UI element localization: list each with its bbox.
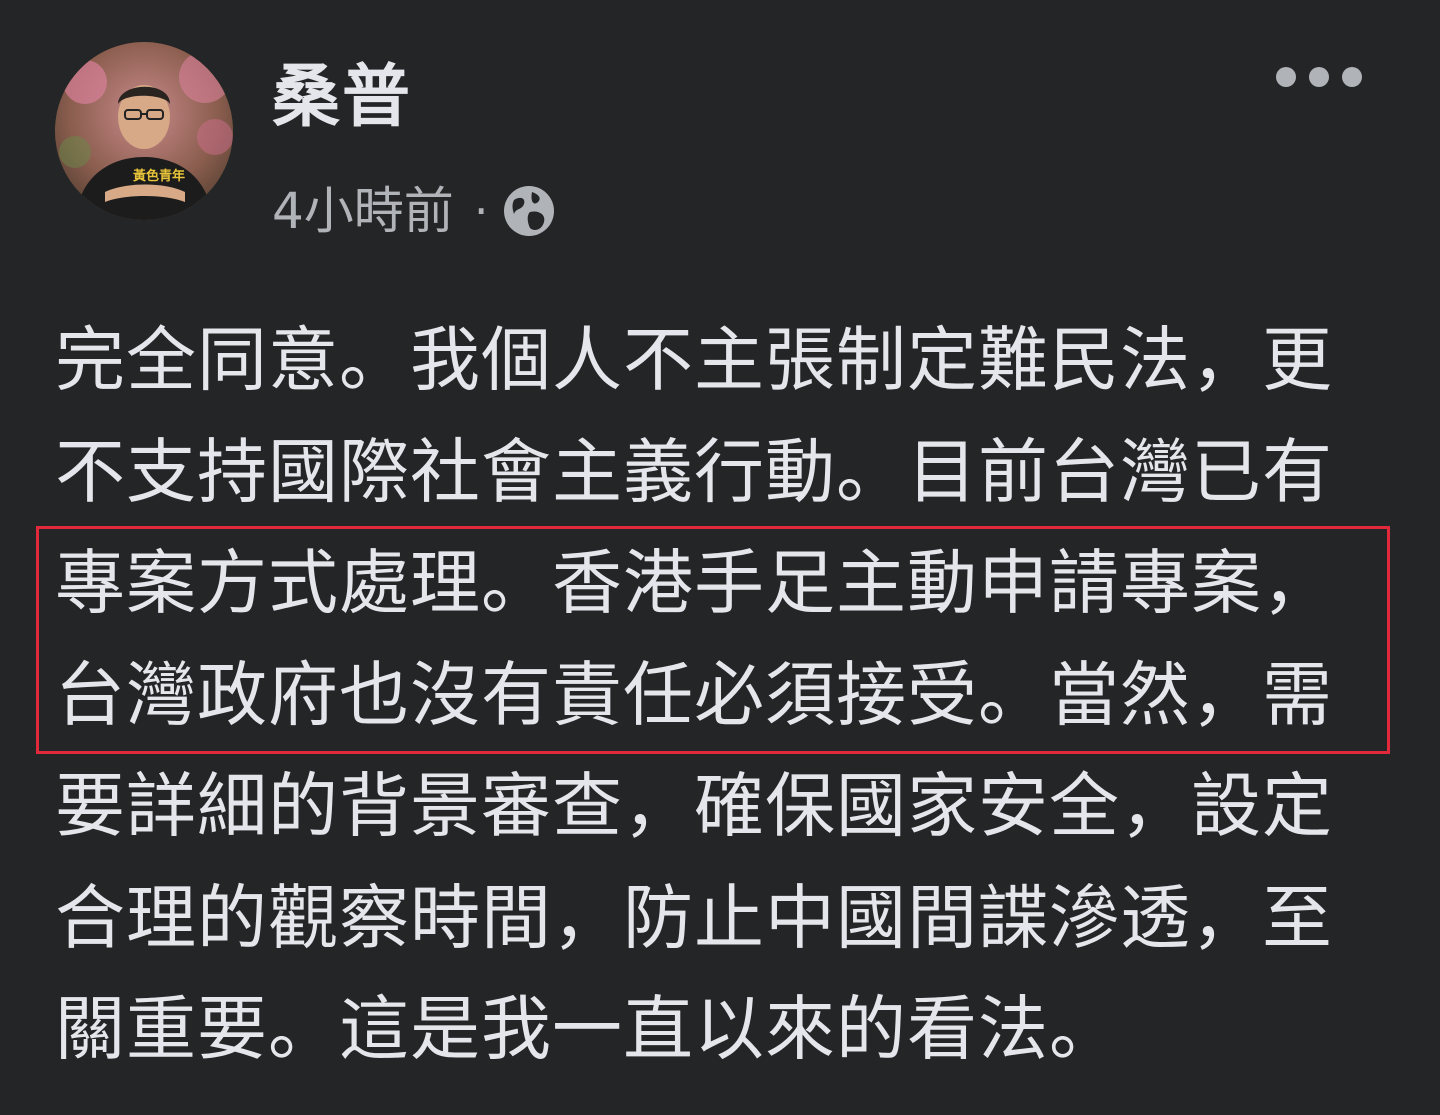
post-text-line: 要詳細的背景審查，確保國家安全，設定 — [55, 765, 1333, 847]
post-text-line: 不支持國際社會主義行動。目前台灣已有 — [55, 430, 1333, 513]
post-text-line: 完全同意。我個人不主張制定難民法，更 — [55, 319, 1333, 401]
post-meta: 4小時前 · — [272, 178, 556, 244]
post-timestamp[interactable]: 4小時前 — [272, 178, 454, 244]
post-text-line: 關重要。這是我一直以來的看法。 — [55, 988, 1120, 1070]
post-text-line: 專案方式處理。香港手足主動申請專案， — [55, 542, 1333, 624]
avatar-shirt-text: 黃色青年 — [132, 168, 185, 184]
globe-icon — [502, 184, 556, 238]
author-avatar[interactable]: 黃色青年 — [55, 42, 233, 220]
more-options-icon-dot — [1309, 67, 1329, 87]
more-options-icon-dot — [1342, 67, 1362, 87]
author-name[interactable]: 桑普 — [272, 58, 412, 138]
post-body: 完全同意。我個人不主張制定難民法，更 不支持國際社會主義行動。目前台灣已有 專案… — [55, 305, 1375, 1086]
post-text-line: 合理的觀察時間，防止中國間諜滲透，至 — [55, 876, 1333, 959]
more-options-button[interactable] — [1276, 58, 1362, 96]
meta-separator: · — [473, 184, 489, 238]
more-options-icon-dot — [1276, 67, 1296, 87]
facebook-post: 黃色青年 桑普 4小時前 · 完全同意。我個人不主張制定難民法，更 不支持國際社… — [0, 0, 1440, 1115]
avatar-photo: 黃色青年 — [55, 42, 233, 220]
post-text-line: 台灣政府也沒有責任必須接受。當然，需 — [55, 653, 1333, 736]
